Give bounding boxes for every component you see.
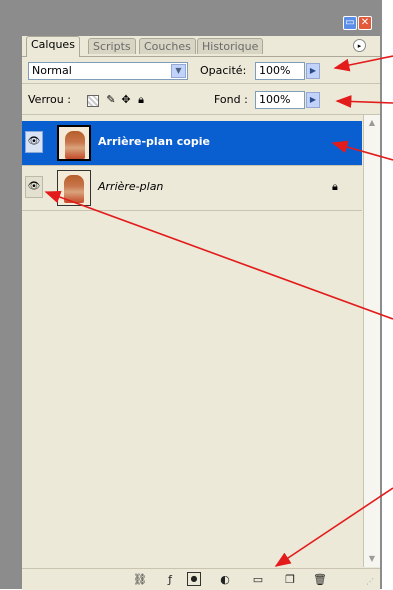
layers-scrollbar[interactable]: ▲ ▼ [363, 115, 380, 567]
layers-panel-window: ▭ ✕ Calques Scripts Couches Historique ▸… [0, 0, 382, 590]
layers-toolbar: ⛓ ƒ ● ◐ ▭ ❐ 🗑︎ ⋰ [22, 568, 380, 590]
layer-name: Arrière-plan [98, 180, 164, 193]
lock-icon: 🔒︎ [332, 180, 338, 193]
panel-menu-button[interactable]: ▸ [353, 39, 366, 52]
lock-fill-row: Verrou : ✎ ✥ 🔒︎ Fond : 100% ▶ [22, 84, 380, 115]
opacity-field[interactable]: 100% [255, 62, 305, 80]
resize-grip[interactable]: ⋰ [366, 577, 374, 586]
mask-icon[interactable]: ● [187, 572, 201, 586]
title-bar: ▭ ✕ [22, 14, 380, 36]
close-button[interactable]: ✕ [358, 16, 372, 30]
layer-style-icon[interactable]: ƒ [162, 572, 178, 587]
eye-icon[interactable]: 👁︎ [25, 131, 43, 153]
blend-mode-value: Normal [32, 64, 72, 77]
blend-opacity-row: Normal ▼ Opacité: 100% ▶ [22, 59, 380, 84]
fill-label: Fond : [214, 93, 248, 106]
adjustment-icon[interactable]: ◐ [217, 572, 233, 587]
opacity-slider-arrow[interactable]: ▶ [306, 63, 320, 79]
link-icon[interactable]: ⛓ [132, 572, 148, 587]
panel-content: Calques Scripts Couches Historique ▸ Nor… [22, 36, 380, 590]
tab-scripts[interactable]: Scripts [88, 38, 136, 54]
layer-name: Arrière-plan copie [98, 135, 210, 148]
trash-icon[interactable]: 🗑︎ [312, 572, 328, 587]
scroll-down-icon[interactable]: ▼ [365, 552, 379, 566]
layers-list: 👁︎ Arrière-plan copie 👁︎ Arrière-plan 🔒︎ [22, 115, 362, 567]
opacity-label: Opacité: [200, 64, 247, 77]
lock-label: Verrou : [28, 93, 71, 106]
tab-couches[interactable]: Couches [139, 38, 196, 54]
tab-calques[interactable]: Calques [26, 36, 80, 57]
layer-row-arriere-plan-copie[interactable]: 👁︎ Arrière-plan copie [22, 121, 362, 166]
chevron-down-icon[interactable]: ▼ [171, 64, 186, 78]
eye-icon[interactable]: 👁︎ [25, 176, 43, 198]
lock-transparency-icon[interactable] [87, 95, 99, 107]
layer-thumbnail [57, 170, 91, 206]
tab-bar: Calques Scripts Couches Historique ▸ [22, 36, 380, 57]
fill-field[interactable]: 100% [255, 91, 305, 109]
layer-row-arriere-plan[interactable]: 👁︎ Arrière-plan 🔒︎ [22, 166, 362, 211]
tab-historique[interactable]: Historique [197, 38, 264, 54]
fill-slider-arrow[interactable]: ▶ [306, 92, 320, 108]
new-layer-icon[interactable]: ❐ [282, 572, 298, 587]
lock-paint-icon[interactable]: ✎ [105, 94, 117, 106]
folder-icon[interactable]: ▭ [250, 572, 266, 587]
lock-move-icon[interactable]: ✥ [120, 94, 132, 106]
minimize-button[interactable]: ▭ [343, 16, 357, 30]
layer-thumbnail [57, 125, 91, 161]
lock-all-icon[interactable]: 🔒︎ [135, 94, 147, 106]
scroll-up-icon[interactable]: ▲ [365, 116, 379, 130]
blend-mode-select[interactable]: Normal ▼ [28, 62, 188, 80]
